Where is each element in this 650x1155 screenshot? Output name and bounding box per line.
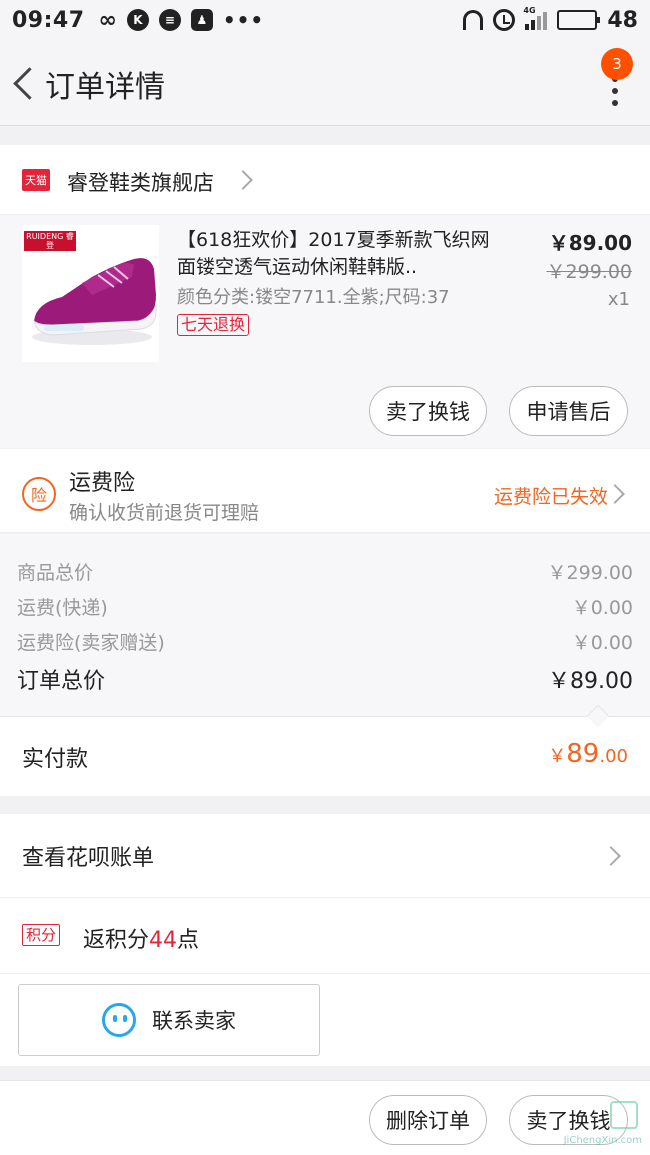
bottom-action-bar: 删除订单 卖了换钱	[0, 1080, 650, 1155]
summary-value: ￥0.00	[571, 597, 633, 619]
chevron-right-icon	[601, 846, 621, 866]
watermark: JiChengXin.com	[564, 1101, 642, 1146]
watermark-text: JiChengXin.com	[563, 1135, 642, 1146]
product-original-price: ￥299.00	[546, 261, 632, 283]
infinity-icon: ∞	[98, 7, 117, 33]
summary-value: ￥0.00	[571, 632, 633, 654]
k-app-icon: K	[126, 9, 149, 31]
summary-row-insurance: 运费险(卖家赠送) ￥0.00	[17, 628, 633, 655]
points-text: 返积分44点	[83, 922, 199, 954]
points-tag: 积分	[22, 924, 61, 946]
amount-decimal: .00	[599, 746, 628, 767]
price-summary: 商品总价 ￥299.00 运费(快递) ￥0.00 运费险(卖家赠送) ￥0.0…	[0, 534, 650, 716]
after-sale-button[interactable]: 申请售后	[509, 386, 628, 436]
actual-payment-label: 实付款	[22, 747, 89, 772]
status-time: 09:47	[12, 7, 85, 33]
summary-value: ￥299.00	[547, 562, 633, 584]
amount-integer: 89	[566, 739, 600, 769]
contact-seller-label: 联系卖家	[152, 1009, 236, 1033]
watermark-logo-icon	[610, 1101, 638, 1129]
brand-logo: RUIDENG 睿登	[24, 231, 76, 251]
points-row: 积分 返积分44点	[0, 898, 650, 974]
battery-level: 48	[607, 7, 638, 33]
insurance-subtitle: 确认收货前退货可理赔	[69, 502, 260, 524]
status-bar: 09:47 ∞ K ≡ ♟ ••• 4G 48	[0, 0, 650, 40]
summary-label: 运费(快递)	[17, 597, 108, 619]
signal-icon: 4G	[523, 6, 548, 30]
notification-badge: 3	[601, 48, 633, 80]
actual-payment-value: ￥89.00	[548, 739, 628, 769]
alarm-icon	[493, 9, 516, 31]
more-dots-icon: •••	[222, 8, 265, 32]
product-spec: 颜色分类:镂空7711.全紫;尺码:37	[177, 287, 450, 308]
store-name: 睿登鞋类旗舰店	[67, 171, 214, 195]
currency-symbol: ￥	[548, 746, 567, 767]
insurance-icon: 险	[22, 477, 56, 511]
title-bar: 订单详情 3	[0, 40, 650, 126]
contact-section: 联系卖家	[0, 974, 650, 1066]
return-policy-tag: 七天退换	[177, 314, 250, 336]
delete-order-button[interactable]: 删除订单	[369, 1095, 487, 1145]
summary-label: 商品总价	[17, 562, 94, 584]
huabei-bill-label: 查看花呗账单	[22, 846, 155, 871]
insurance-status: 运费险已失效	[493, 486, 608, 508]
points-number: 44	[149, 928, 178, 953]
insurance-title: 运费险	[69, 471, 136, 496]
huabei-bill-row[interactable]: 查看花呗账单	[0, 814, 650, 898]
network-type: 4G	[523, 6, 536, 15]
tmall-icon: 天猫	[22, 169, 50, 191]
shipping-insurance-row[interactable]: 险 运费险 确认收货前退货可理赔 运费险已失效	[0, 449, 650, 533]
product-image[interactable]: RUIDENG 睿登	[22, 225, 159, 362]
chat-icon: ≡	[158, 9, 181, 31]
product-price: ￥89.00	[548, 231, 632, 255]
product-title: 【618狂欢价】2017夏季新款飞织网面镂空透气运动休闲鞋韩版..	[177, 229, 490, 278]
page-title: 订单详情	[45, 70, 165, 105]
order-total-value: ￥89.00	[548, 669, 633, 694]
points-suffix: 点	[177, 928, 200, 953]
actual-payment-row: 实付款 ￥89.00	[0, 704, 650, 796]
summary-label: 运费险(卖家赠送)	[17, 632, 165, 654]
headphone-icon	[463, 10, 484, 30]
summary-row-goods: 商品总价 ￥299.00	[17, 558, 633, 585]
summary-row-shipping: 运费(快递) ￥0.00	[17, 593, 633, 620]
more-menu-icon[interactable]	[610, 76, 620, 106]
product-item[interactable]: RUIDENG 睿登 【618狂欢价】2017夏季新款飞织网面镂空透气运动休闲鞋…	[0, 215, 650, 448]
chevron-right-icon	[233, 170, 253, 190]
order-total-label: 订单总价	[17, 669, 106, 694]
points-prefix: 返积分	[83, 928, 150, 953]
battery-icon	[557, 10, 601, 30]
sell-button[interactable]: 卖了换钱	[369, 386, 487, 436]
wangwang-icon	[102, 1003, 136, 1037]
qq-icon: ♟	[190, 9, 213, 31]
chevron-right-icon	[605, 484, 625, 504]
contact-seller-button[interactable]: 联系卖家	[18, 984, 320, 1056]
summary-row-total: 订单总价 ￥89.00	[17, 663, 633, 695]
product-quantity: x1	[607, 289, 630, 310]
store-row[interactable]: 天猫 睿登鞋类旗舰店	[0, 145, 650, 215]
back-arrow-icon[interactable]	[10, 66, 40, 102]
